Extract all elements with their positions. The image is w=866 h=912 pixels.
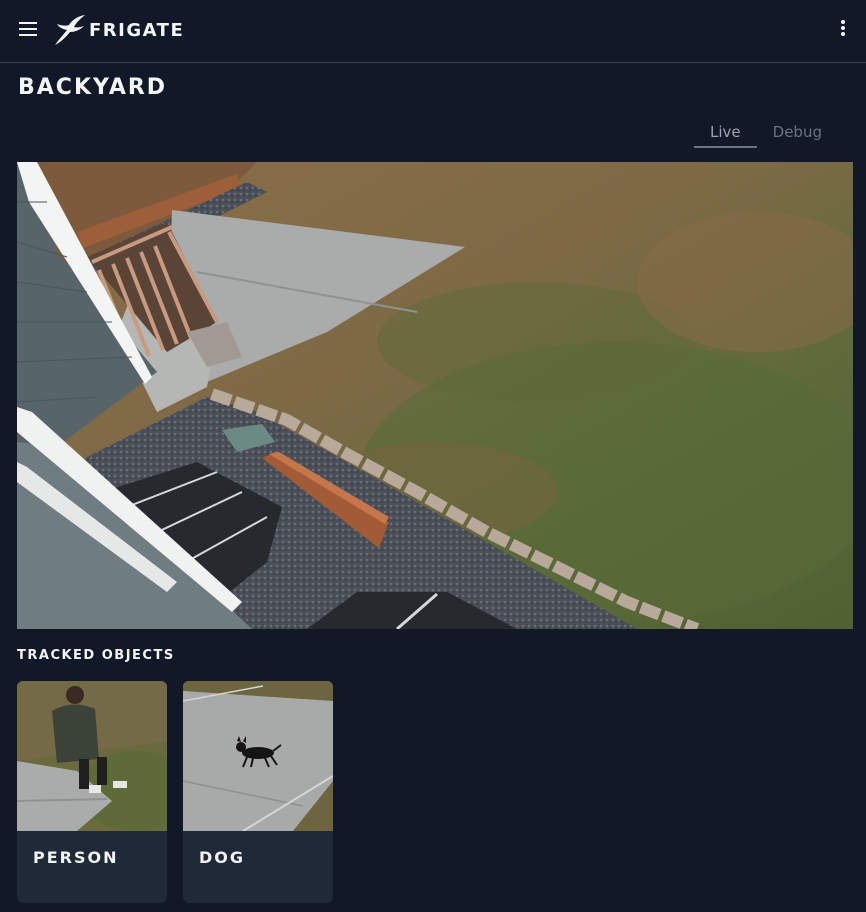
dog-thumbnail	[183, 681, 333, 831]
page-title: BACKYARD	[18, 75, 168, 100]
frigate-logo	[55, 15, 85, 45]
hamburger-menu-icon[interactable]	[17, 20, 41, 38]
tab-debug[interactable]: Debug	[757, 122, 838, 148]
tab-live[interactable]: Live	[694, 122, 757, 148]
person-thumbnail	[17, 681, 167, 831]
tracked-object-label: PERSON	[33, 848, 119, 867]
camera-frame-image	[17, 162, 853, 629]
tracked-objects-heading: TRACKED OBJECTS	[17, 648, 175, 663]
top-app-bar: FRIGATE	[0, 0, 866, 63]
tracked-object-label: DOG	[199, 848, 246, 867]
tracked-object-card-person[interactable]: PERSON	[17, 681, 167, 903]
tracked-object-card-dog[interactable]: DOG	[183, 681, 333, 903]
camera-live-view[interactable]	[17, 162, 853, 629]
more-options-icon[interactable]	[836, 18, 850, 38]
view-tabs: Live Debug	[694, 122, 838, 148]
app-brand[interactable]: FRIGATE	[89, 20, 184, 42]
